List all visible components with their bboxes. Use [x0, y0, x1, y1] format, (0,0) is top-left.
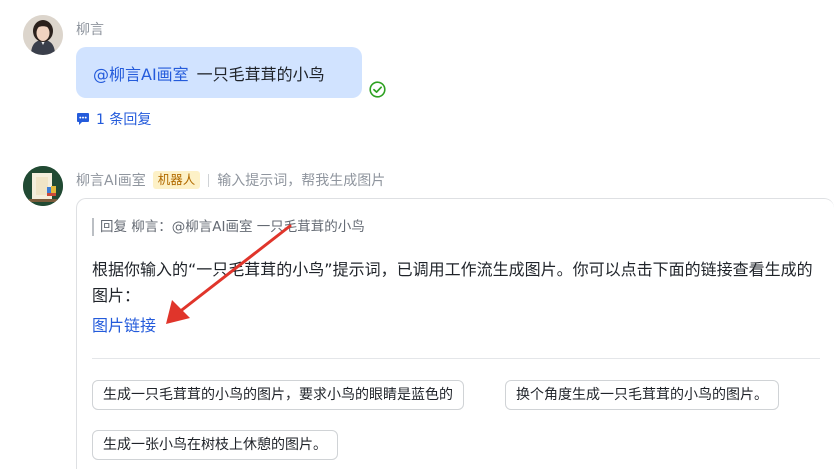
bot-avatar[interactable] [23, 166, 63, 206]
bot-badge: 机器人 [152, 171, 201, 189]
answer-text: 根据你输入的“一只毛茸茸的小鸟”提示词，已调用工作流生成图片。你可以点击下面的链… [92, 260, 813, 305]
suggestion-button-3[interactable]: 生成一张小鸟在树枝上休憩的图片。 [92, 430, 338, 460]
reply-count-label: 1 条回复 [96, 112, 152, 128]
header-divider [208, 173, 210, 187]
user-avatar[interactable] [23, 15, 63, 55]
card-divider [92, 358, 820, 359]
suggestion-button-2[interactable]: 换个角度生成一只毛茸茸的小鸟的图片。 [505, 380, 779, 410]
chat-thread: 柳言 @柳言AI画室 一只毛茸茸的小鸟 1 条回复 柳言AI画室 机器人 输入提… [0, 0, 834, 469]
reply-quote[interactable]: 回复 柳言：@柳言AI画室 一只毛茸茸的小鸟 [92, 218, 365, 236]
thread-reply-link[interactable]: 1 条回复 [76, 110, 151, 128]
sender-name[interactable]: 柳言 [76, 19, 104, 39]
bot-reply-card: 回复 柳言：@柳言AI画室 一只毛茸茸的小鸟 根据你输入的“一只毛茸茸的小鸟”提… [76, 198, 834, 469]
check-circle-icon [369, 81, 386, 98]
chat-bubble-icon [77, 113, 89, 125]
image-link[interactable]: 图片链接 [92, 313, 156, 339]
message-text: 一只毛茸茸的小鸟 [196, 64, 325, 84]
message-bubble[interactable]: @柳言AI画室 一只毛茸茸的小鸟 [76, 47, 362, 98]
bot-description: 输入提示词，帮我生成图片 [217, 173, 386, 189]
bot-name[interactable]: 柳言AI画室 [76, 170, 146, 190]
mention-link[interactable]: @柳言AI画室 [93, 61, 189, 85]
suggestion-button-1[interactable]: 生成一只毛茸茸的小鸟的图片，要求小鸟的眼睛是蓝色的 [92, 380, 464, 410]
bot-header: 柳言AI画室 机器人 输入提示词，帮我生成图片 [76, 170, 385, 190]
